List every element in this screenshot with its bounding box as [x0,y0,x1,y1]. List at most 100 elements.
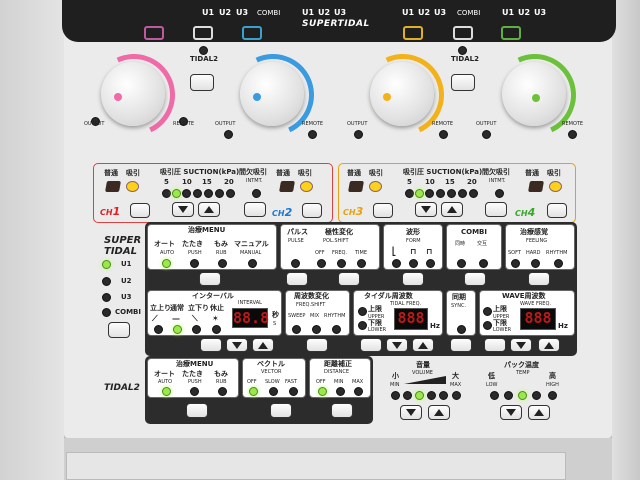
top-u1-label-4: U1 [502,8,515,17]
volume-led-6 [452,391,461,400]
ch2-mode-button[interactable] [302,203,322,218]
combi-same: 同時 [455,241,466,247]
wave-freq-up-button[interactable] [538,338,560,352]
ch3-intermit-button[interactable] [485,202,507,217]
tidal2-auto-en: AUTO [158,379,173,385]
freq-shift-button[interactable] [306,338,328,352]
feeling-soft: SOFT [508,250,521,256]
tidal-freq-select-button[interactable] [360,338,382,352]
output-knob-3[interactable] [370,62,434,126]
temp-up-button[interactable] [528,405,550,420]
freq-shift-panel: 周波数変化 FREQ.SHIFT SWEEP MIX RHYTHM [285,290,350,336]
ch3-p12-led [436,189,445,198]
ch1-p5: 5 [164,178,169,186]
rise-led [154,325,163,334]
ch1-intermit-button[interactable] [244,202,266,217]
normal-led [173,325,182,334]
sweep-label: SWEEP [288,313,306,319]
ch2-suction-indicator [300,181,313,192]
tidal-freq-display: 888 [394,308,428,330]
interval-down-button[interactable] [226,338,248,352]
super-label: SUPER [104,235,142,246]
ch3-pressure-up-button[interactable] [441,202,463,217]
ch1-p20-led [226,189,235,198]
freq-shift-en: FREQ.SHIFT [296,302,326,308]
top-ch2-button[interactable] [242,26,262,40]
ch4-mode-button[interactable] [547,203,567,218]
ch1-pressure-up-button[interactable] [198,202,220,217]
distance-button[interactable] [331,403,353,418]
output-knob-1[interactable] [101,62,165,126]
form-wave-3-icon: ⊓ [426,247,433,256]
interval-select-button[interactable] [200,338,222,352]
ch1-mode-button[interactable] [130,203,150,218]
tidal-freq-up-button[interactable] [412,338,434,352]
top-ch3-button[interactable] [403,26,423,40]
ch1-prefix: CH [100,208,113,217]
rest-shape-icon: ✶ [212,314,219,323]
interval-up-button[interactable] [252,338,274,352]
ch3-intermit-jp: 間欠吸引 [482,168,510,176]
vector-en: VECTOR [261,369,282,375]
ch1-p20: 20 [224,178,234,186]
tidal-freq-down-button[interactable] [386,338,408,352]
combi-title: COMBI [461,228,487,236]
output-knob-4[interactable] [502,62,566,126]
mode-combi-led [102,308,111,317]
top-combi-button[interactable] [193,26,213,40]
form-en: FORM [406,238,421,244]
ch3-suction-label: 吸引 [369,169,383,177]
wave-freq-select-button[interactable] [484,338,506,352]
pulse-button[interactable] [286,272,308,286]
ch4-suction-indicator [549,181,562,192]
vector-button[interactable] [270,403,292,418]
tidal2-rub-led [218,387,227,396]
ch3-normal-label: 普通 [347,169,361,177]
form-button[interactable] [402,272,424,286]
top-combi-button-2[interactable] [453,26,473,40]
rub-en: RUB [216,250,227,256]
ch2-number: 2 [284,206,293,219]
interval-unit-en: S [273,321,277,327]
feeling-button[interactable] [528,272,550,286]
mode-u3-label: U3 [121,293,132,301]
treatment-menu-title: 治療MENU [188,226,226,234]
sync-button[interactable] [450,338,472,352]
top-u2-label-4: U2 [518,8,531,17]
vector-slow: SLOW [265,379,280,385]
tidal2-menu-button[interactable] [186,403,208,418]
ch1-p5-led [162,189,171,198]
interval-unit-jp: 秒 [272,311,279,319]
ch3-p10-led [425,189,434,198]
ch2-prefix: CH [272,209,285,218]
top-ch4-button[interactable] [501,26,521,40]
feeling-hard-led [531,259,540,268]
ch1-pressure-down-button[interactable] [172,202,194,217]
tidal2-button-left[interactable] [190,74,214,91]
tidal2-rub-en: RUB [216,379,227,385]
treatment-menu-button[interactable] [199,272,221,286]
ch3-pressure-down-button[interactable] [415,202,437,217]
wave-freq-down-button[interactable] [510,338,532,352]
ch1-suction-label: 吸引 [126,169,140,177]
mode-select-button[interactable] [108,322,130,338]
tidal2-button-right[interactable] [451,74,475,91]
distance-off: OFF [316,379,326,385]
tidal-freq-unit: Hz [430,322,440,330]
rest-led [212,325,221,334]
volume-up-button[interactable] [428,405,450,420]
combi-button[interactable] [464,272,486,286]
ch4-normal-label: 普通 [525,169,539,177]
volume-down-button[interactable] [400,405,422,420]
tidal-freq-panel: タイダル周波数 TIDAL FREQ. 上限 UPPER 下限 LOWER 88… [353,290,443,336]
top-u3-label-3: U3 [434,8,447,17]
temp-down-button[interactable] [500,405,522,420]
wave-freq-jp: WAVE周波数 [502,292,546,300]
ch3-prefix: CH [343,208,356,217]
ch2-label: CH2 [272,207,292,218]
ch3-mode-button[interactable] [373,203,393,218]
form-wave-2-icon: ⊓ [410,247,417,256]
top-ch1-button[interactable] [144,26,164,40]
output-knob-2[interactable] [240,62,304,126]
polarity-button[interactable] [338,272,360,286]
